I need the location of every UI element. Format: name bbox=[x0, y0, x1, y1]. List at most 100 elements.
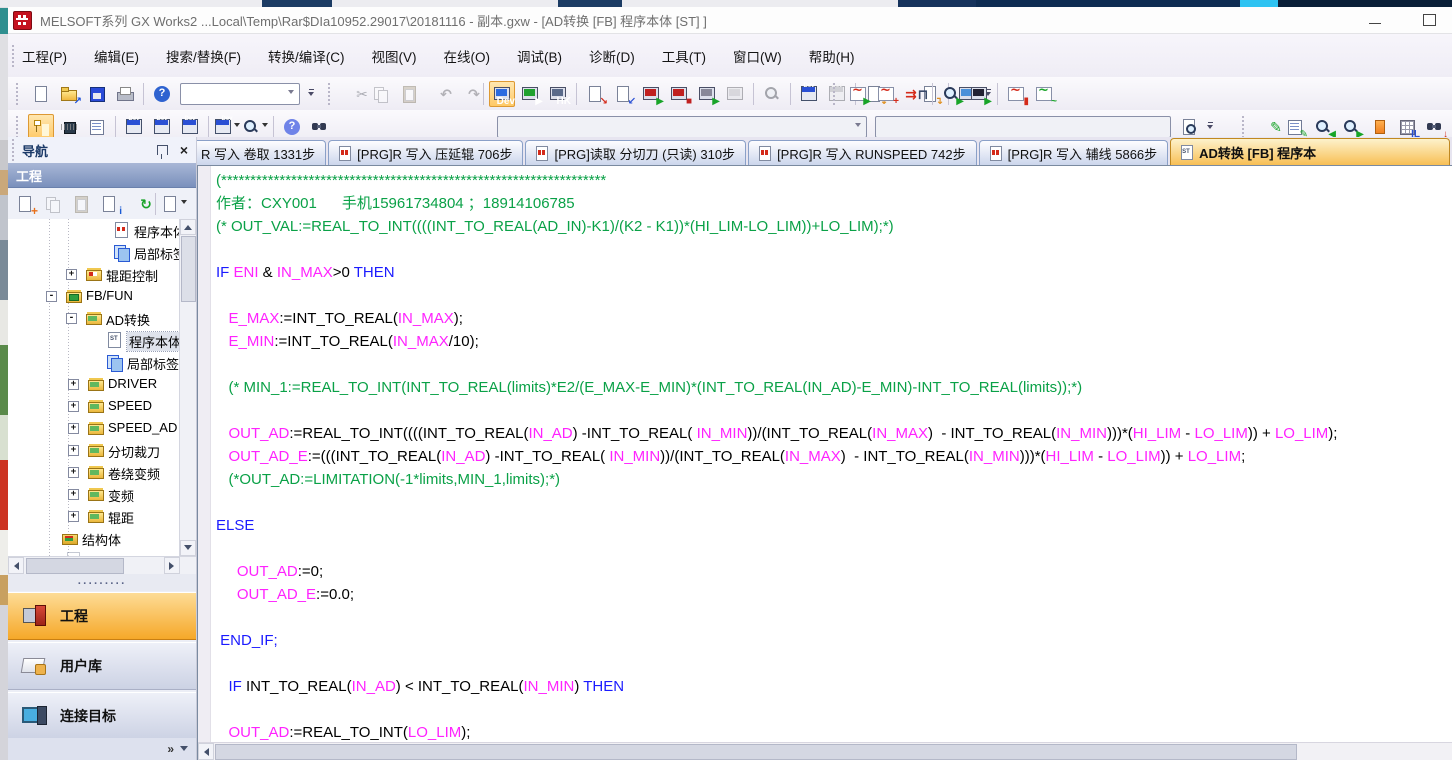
menu-item-搜索/替换F[interactable]: 搜索/替换(F) bbox=[166, 46, 241, 66]
sampling-trace-button[interactable]: + bbox=[873, 81, 899, 107]
maximize-button[interactable] bbox=[1416, 10, 1442, 30]
menu-item-诊断D[interactable]: 诊断(D) bbox=[589, 46, 635, 66]
chevron-down-icon[interactable] bbox=[288, 90, 294, 97]
toolbar-overflow-find-button[interactable] bbox=[1204, 115, 1216, 139]
scrollbar-thumb[interactable] bbox=[26, 558, 124, 574]
device-memory-button[interactable]: Dev bbox=[149, 114, 175, 140]
minimize-button[interactable] bbox=[1362, 10, 1388, 30]
toolbar-drag-handle[interactable] bbox=[15, 83, 19, 105]
tree-expander[interactable]: + bbox=[68, 401, 79, 412]
device-batch-button[interactable]: Dev bbox=[177, 114, 203, 140]
tree-item-FB/FUN[interactable]: -FB/FUN bbox=[8, 285, 196, 307]
open-project-button[interactable]: ↗ bbox=[56, 81, 82, 107]
tree-item-变频[interactable]: +变频 bbox=[8, 483, 196, 505]
plc-verify-display-button[interactable]: HK bbox=[545, 81, 571, 107]
menu-item-调试B[interactable]: 调试(B) bbox=[517, 46, 562, 66]
scroll-left-button[interactable] bbox=[8, 557, 24, 574]
toolbar-drag-handle[interactable] bbox=[832, 83, 836, 105]
toolbar-drag-handle[interactable] bbox=[327, 83, 331, 105]
tab-[PRG]R 写入 RUNSPEED 742步[interactable]: [PRG]R 写入 RUNSPEED 742步 bbox=[748, 140, 977, 165]
refresh-view-button[interactable]: ↻ bbox=[124, 191, 150, 217]
save-project-button[interactable] bbox=[84, 81, 110, 107]
tab-[PRG]读取 分切刀 (只读) 310步[interactable]: [PRG]读取 分切刀 (只读) 310步 bbox=[525, 140, 746, 165]
page-find-button[interactable] bbox=[1176, 114, 1202, 140]
module-configuration-button[interactable] bbox=[56, 114, 82, 140]
device-comment-button[interactable]: Dev bbox=[121, 114, 147, 140]
tree-expander[interactable]: + bbox=[68, 379, 79, 390]
tree-horizontal-scrollbar[interactable] bbox=[8, 556, 196, 574]
tree-expander[interactable]: - bbox=[66, 313, 77, 324]
tab-[PRG]R 写入 压延辊 706步[interactable]: [PRG]R 写入 压延辊 706步 bbox=[328, 140, 523, 165]
toolbar-drag-handle[interactable] bbox=[15, 116, 19, 138]
tree-item-卷绕变频[interactable]: +卷绕变频 bbox=[8, 461, 196, 483]
navigation-collapse-bar[interactable]: » bbox=[8, 738, 196, 760]
menu-item-工具T[interactable]: 工具(T) bbox=[662, 46, 706, 66]
arrow-down-icon[interactable] bbox=[180, 746, 188, 755]
window-operation-combo[interactable] bbox=[180, 83, 300, 105]
display-format-button[interactable]: Dev bbox=[214, 114, 240, 140]
tree-expander[interactable]: - bbox=[46, 291, 57, 302]
scroll-up-button[interactable] bbox=[180, 219, 196, 235]
close-icon[interactable]: × bbox=[180, 143, 188, 157]
nav-button-工程[interactable]: 工程 bbox=[8, 592, 196, 640]
plc-read-display-button[interactable]: ▶ bbox=[517, 81, 543, 107]
timing-chart-button[interactable]: ⊓ bbox=[901, 81, 927, 107]
menu-item-工程P[interactable]: 工程(P) bbox=[22, 46, 67, 66]
monitor-stop-button[interactable]: ■ bbox=[666, 81, 692, 107]
editor-horizontal-scrollbar[interactable] bbox=[198, 742, 1452, 760]
cross-reference-button[interactable] bbox=[242, 114, 268, 140]
scroll-right-button[interactable] bbox=[164, 557, 180, 574]
find-next-button[interactable]: ▶ bbox=[1338, 114, 1364, 140]
tree-item-结构体[interactable]: 结构体 bbox=[8, 527, 196, 549]
trace-search-button[interactable]: ▶ bbox=[938, 81, 964, 107]
scroll-left-button[interactable] bbox=[198, 743, 214, 760]
toolbar-overflow-standard-button[interactable] bbox=[305, 82, 317, 106]
toolbar-drag-handle[interactable] bbox=[11, 45, 15, 67]
st-code[interactable]: (***************************************… bbox=[211, 169, 1452, 743]
signal-monitor-1-button[interactable]: ▮ bbox=[1003, 81, 1029, 107]
chevron-down-icon[interactable] bbox=[855, 123, 861, 130]
panel-splitter[interactable]: ......... bbox=[8, 574, 196, 591]
tree-expander[interactable]: + bbox=[68, 445, 79, 456]
panel-drag-handle[interactable] bbox=[11, 139, 15, 161]
tree-vertical-scrollbar[interactable] bbox=[179, 219, 196, 556]
nav-button-用户库[interactable]: 用户库 bbox=[8, 642, 196, 690]
toolbar-drag-handle[interactable] bbox=[1241, 116, 1245, 138]
tree-expander[interactable]: + bbox=[68, 489, 79, 500]
tab-R 写入 卷取 1331步[interactable]: R 写入 卷取 1331步 bbox=[197, 140, 326, 165]
tree-item-程序本体[interactable]: 程序本体 bbox=[8, 219, 196, 241]
nav-button-连接目标[interactable]: 连接目标 bbox=[8, 692, 196, 740]
pin-icon[interactable] bbox=[157, 145, 168, 155]
new-data-button[interactable]: + bbox=[12, 191, 38, 217]
hint-button[interactable]: ? bbox=[279, 114, 305, 140]
bookmark-next-button[interactable]: ↓ bbox=[1422, 114, 1448, 140]
device-display-mode-button[interactable]: Dev bbox=[489, 81, 515, 107]
menu-item-在线O[interactable]: 在线(O) bbox=[444, 46, 491, 66]
bookmark-toggle-button[interactable] bbox=[1366, 114, 1392, 140]
tree-item-辊距控制[interactable]: +辊距控制 bbox=[8, 263, 196, 285]
trend-graph-button[interactable]: ▶ bbox=[845, 81, 871, 107]
data-property-button[interactable]: i bbox=[96, 191, 122, 217]
tree-expander[interactable]: + bbox=[68, 467, 79, 478]
scroll-down-button[interactable] bbox=[180, 540, 196, 556]
tree-item-程序本体[interactable]: ST程序本体 bbox=[8, 329, 196, 351]
menu-item-窗口W[interactable]: 窗口(W) bbox=[733, 46, 782, 66]
device-display-1-button[interactable]: Dev bbox=[796, 81, 822, 107]
instruction-list-button[interactable]: IL bbox=[1394, 114, 1420, 140]
find-previous-button[interactable]: ◀ bbox=[1310, 114, 1336, 140]
function-block-list-button[interactable] bbox=[84, 114, 110, 140]
tree-item-DRIVER[interactable]: +DRIVER bbox=[8, 373, 196, 395]
st-edit-button[interactable]: ✎ bbox=[1254, 114, 1280, 140]
help-button[interactable]: ? bbox=[149, 81, 175, 107]
st-editor[interactable]: (***************************************… bbox=[197, 165, 1452, 760]
tree-expander[interactable]: + bbox=[68, 423, 79, 434]
st-comment-button[interactable]: ✎ bbox=[1282, 114, 1308, 140]
menu-item-转换/编译C[interactable]: 转换/编译(C) bbox=[268, 46, 345, 66]
read-from-plc-button[interactable]: ↙ bbox=[610, 81, 636, 107]
tree-item-partial[interactable] bbox=[8, 549, 196, 556]
sort-filter-button[interactable] bbox=[161, 191, 187, 217]
chevron-collapse-icon[interactable]: » bbox=[167, 742, 174, 756]
menu-item-帮助H[interactable]: 帮助(H) bbox=[809, 46, 855, 66]
tree-expander[interactable]: + bbox=[66, 269, 77, 280]
tree-item-分切裁刀[interactable]: +分切裁刀 bbox=[8, 439, 196, 461]
